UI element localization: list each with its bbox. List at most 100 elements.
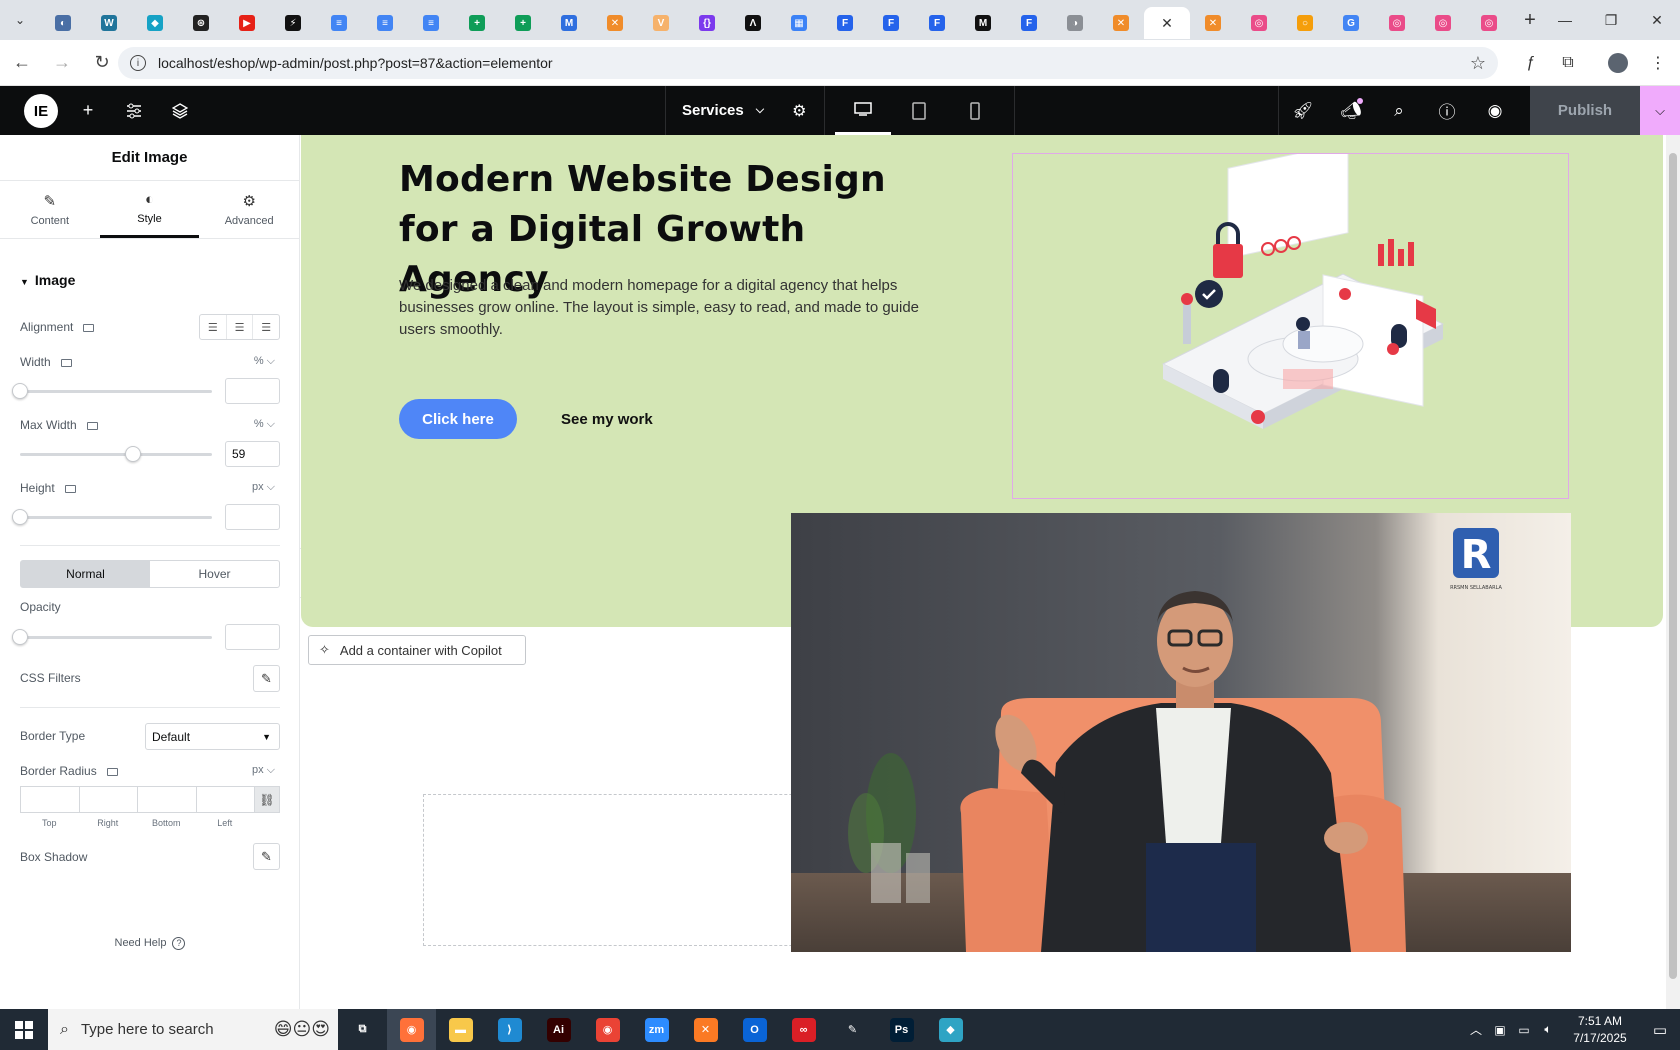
browser-tab[interactable]: ≡ [316,7,362,39]
browser-tab[interactable]: V [638,7,684,39]
browser-tab[interactable]: F [914,7,960,39]
tab-style[interactable]: ◐ Style [99,181,200,238]
taskbar-photoshop[interactable]: Ps [877,1009,926,1050]
publish-options-chevron-icon[interactable]: ⌵ [1640,86,1680,135]
tablet-view-icon[interactable] [891,86,947,135]
url-text[interactable]: localhost/eshop/wp-admin/post.php?post=8… [158,55,553,71]
max-width-slider[interactable] [20,446,212,462]
browser-tab[interactable]: + [454,7,500,39]
browser-tab[interactable]: ≡ [362,7,408,39]
taskbar-xampp[interactable]: ✕ [681,1009,730,1050]
hero-description[interactable]: We designed a clean and modern homepage … [399,275,929,341]
browser-tab[interactable]: ✕ [1098,7,1144,39]
canvas-scrollbar[interactable] [1666,135,1680,1009]
align-right-icon[interactable]: ☰ [253,315,279,339]
browser-tab[interactable]: ◆ [132,7,178,39]
profile-avatar[interactable] [1600,45,1636,81]
browser-tab[interactable]: ◎ [1420,7,1466,39]
notifications-icon[interactable]: ▭ [1640,1021,1680,1039]
browser-tab[interactable]: ✕ [592,7,638,39]
browser-tab[interactable]: M [960,7,1006,39]
css-filters-edit-button[interactable]: ✎ [253,665,280,692]
back-button[interactable]: ← [4,45,40,81]
height-input[interactable] [225,504,280,530]
browser-tab[interactable]: ▦ [776,7,822,39]
browser-tab[interactable]: F [822,7,868,39]
extension-icon[interactable]: ƒ [1513,45,1549,81]
page-settings-gear-icon[interactable]: ⚙ [792,101,806,121]
browser-menu-icon[interactable]: ⋮ [1640,45,1676,81]
add-element-icon[interactable]: + [68,86,108,135]
taskbar-vscode[interactable]: ⟩ [485,1009,534,1050]
width-slider-handle[interactable] [12,383,28,399]
browser-tab[interactable]: ⊛ [178,7,224,39]
hero-illustration[interactable] [1012,142,1569,499]
taskbar-file-explorer[interactable]: ▬ [436,1009,485,1050]
site-settings-icon[interactable] [114,86,154,135]
tab-advanced[interactable]: ⚙ Advanced [199,181,299,238]
height-slider-handle[interactable] [12,509,28,525]
page-selector[interactable]: Services ⌵ ⚙ [665,86,825,135]
reload-button[interactable]: ↻ [84,45,120,81]
radius-top-input[interactable] [20,786,79,813]
max-width-unit-select[interactable]: % ⌵ [254,418,275,431]
radius-right-input[interactable] [78,786,137,813]
max-width-slider-handle[interactable] [125,446,142,462]
browser-tab[interactable]: Λ [730,7,776,39]
tab-hover[interactable]: Hover [150,561,279,587]
radius-bottom-input[interactable] [137,786,196,813]
taskbar-task-view[interactable]: ⧉ [338,1009,387,1050]
browser-tab[interactable]: F [1006,7,1052,39]
browser-tab[interactable]: G [1328,7,1374,39]
section-image-toggle[interactable]: ▼ Image [20,272,75,288]
rocket-icon[interactable]: 🚀︎ [1279,86,1327,135]
search-icon[interactable]: ⌕ [1375,86,1423,135]
border-type-select[interactable]: Default ▼ [145,723,280,750]
tray-app-icon[interactable]: ▣ [1488,1023,1512,1037]
browser-tab[interactable]: ◎ [1236,7,1282,39]
align-center-icon[interactable]: ☰ [227,315,254,339]
forward-button[interactable]: → [44,45,80,81]
browser-tab[interactable]: + [500,7,546,39]
mobile-view-icon[interactable] [947,86,1003,135]
network-icon[interactable]: ▭ [1512,1023,1536,1037]
browser-tab[interactable]: F [868,7,914,39]
restore-button[interactable]: ❐ [1588,0,1634,40]
preview-eye-icon[interactable]: ◉ [1471,86,1519,135]
click-here-button[interactable]: Click here [399,399,517,439]
taskbar-chrome[interactable]: ◉ [583,1009,632,1050]
presenter-image[interactable]: R RRSMN SELLABARLA [791,513,1571,952]
desktop-responsive-icon[interactable] [86,421,98,430]
width-input[interactable] [225,378,280,404]
omnibox[interactable]: i localhost/eshop/wp-admin/post.php?post… [118,47,1498,79]
extensions-puzzle-icon[interactable]: ⧉ [1550,45,1586,81]
opacity-slider[interactable] [12,629,212,645]
browser-tab[interactable]: ◎ [1466,7,1512,39]
publish-button[interactable]: Publish [1530,86,1640,135]
opacity-slider-handle[interactable] [12,629,28,645]
browser-tab[interactable]: ◑ [1052,7,1098,39]
browser-tab[interactable]: M [546,7,592,39]
browser-tab[interactable]: ◐ [40,7,86,39]
browser-tab[interactable]: ✕ [1144,7,1190,39]
notifications-megaphone-icon[interactable]: 📣︎ [1327,86,1375,135]
taskbar-pen-tool[interactable]: ✎ [828,1009,877,1050]
height-slider[interactable] [12,509,212,525]
taskbar-illustrator[interactable]: Ai [534,1009,583,1050]
browser-tab[interactable]: ✕ [1190,7,1236,39]
desktop-responsive-icon[interactable] [60,358,72,367]
taskbar-firefox[interactable]: ◉ [387,1009,436,1050]
tab-search-button[interactable]: ⌄ [0,0,40,40]
taskbar-creative-cloud[interactable]: ∞ [779,1009,828,1050]
help-icon[interactable]: ⓘ [1423,86,1471,135]
desktop-responsive-icon[interactable] [83,323,95,332]
browser-tab[interactable]: ◎ [1374,7,1420,39]
volume-icon[interactable]: 🔈︎ [1536,1022,1560,1037]
taskbar-outlook[interactable]: O [730,1009,779,1050]
max-width-input[interactable]: 59 [225,441,280,467]
close-tab-icon[interactable]: ✕ [1159,15,1175,31]
height-unit-select[interactable]: px ⌵ [252,481,275,494]
radius-left-input[interactable] [195,786,254,813]
box-shadow-edit-button[interactable]: ✎ [253,843,280,870]
browser-tab[interactable]: ○ [1282,7,1328,39]
